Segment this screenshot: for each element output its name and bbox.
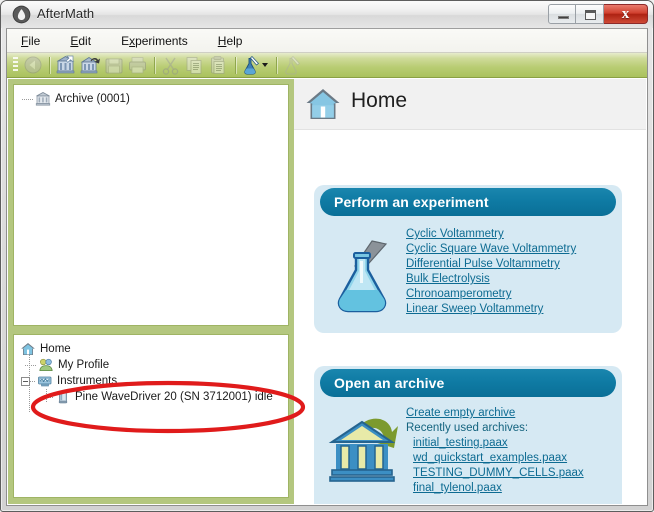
link-recent-archive-2[interactable]: wd_quickstart_examples.paax [413,451,584,466]
flask-icon [334,237,396,320]
toolbar-separator-4 [276,56,277,74]
link-cyclic-square-wave-voltammetry[interactable]: Cyclic Square Wave Voltammetry [406,242,576,257]
menu-bar: File Edit Experiments Help [7,29,647,53]
tree-node-label: Instruments [57,375,118,387]
page-title: Home [351,89,408,112]
link-bulk-electrolysis[interactable]: Bulk Electrolysis [406,272,576,287]
new-experiment-icon[interactable] [241,55,271,76]
open-archive-card-title: Open an archive [320,369,616,397]
close-icon: x [621,6,630,22]
link-recent-archive-1[interactable]: initial_testing.paax [413,436,584,451]
run-experiment-icon[interactable] [282,55,304,76]
home-house-icon [305,86,341,122]
close-button[interactable]: x [604,4,648,24]
toolbar-grip[interactable] [13,57,18,73]
link-cyclic-voltammetry[interactable]: Cyclic Voltammetry [406,227,576,242]
tree-connector [25,364,37,366]
paste-icon[interactable] [208,55,230,76]
minimize-icon [558,16,569,19]
experiment-links: Cyclic Voltammetry Cyclic Square Wave Vo… [406,227,576,317]
tree-expander-instruments[interactable] [21,376,30,386]
menu-file[interactable]: File [21,34,40,48]
toolbar [7,53,647,78]
tree-connector [30,380,36,382]
link-recent-archive-3[interactable]: TESTING_DUMMY_CELLS.paax [413,466,584,481]
recently-used-heading: Recently used archives: [406,422,529,434]
save-icon[interactable] [103,55,125,76]
cut-icon[interactable] [160,55,182,76]
bank-archive-icon [328,412,400,491]
copy-icon[interactable] [184,55,206,76]
open-archive-card: Open an archive Create empty archive Rec… [314,366,622,504]
aftermath-logo-icon [12,5,31,24]
toolbar-separator-3 [235,56,236,74]
tree-node-instruments[interactable]: Instruments [21,373,286,389]
profile-icon [38,357,54,373]
new-archive-icon[interactable] [55,55,77,76]
link-differential-pulse-voltammetry[interactable]: Differential Pulse Voltammetry [406,257,576,272]
tree-node-label: Pine WaveDriver 20 (SN 3712001) idle [75,391,273,403]
open-archive-card-body: Create empty archive Recently used archi… [314,400,622,504]
left-panel-container: Archive (0001) Home My Profile Instrumen… [8,79,294,504]
menu-experiments[interactable]: Experiments [121,34,188,48]
minimize-button[interactable] [548,4,576,24]
title-bar[interactable]: AfterMath x [1,1,653,28]
window-controls: x [548,4,648,24]
home-tree-panel[interactable]: Home My Profile Instruments Pine WaveDri… [13,334,289,498]
client-area: File Edit Experiments Help Archive (0001… [6,28,648,506]
window-title: AfterMath [37,6,95,21]
link-recent-archive-4[interactable]: final_tylenol.paax [413,481,584,496]
tree-node-label: Archive (0001) [55,93,130,105]
archive-bank-icon [35,91,51,107]
open-archive-icon[interactable] [79,55,101,76]
tree-node-archive[interactable]: Archive (0001) [22,91,288,107]
tree-node-my-profile[interactable]: My Profile [25,357,286,373]
tree-node-label: Home [40,343,71,355]
link-chronoamperometry[interactable]: Chronoamperometry [406,287,576,302]
tree-connector [42,396,54,398]
menu-edit[interactable]: Edit [70,34,91,48]
maximize-button[interactable] [576,4,604,24]
tree-node-pine-wavedriver[interactable]: Pine WaveDriver 20 (SN 3712001) idle [42,389,286,405]
menu-help[interactable]: Help [218,34,243,48]
toolbar-separator-1 [49,56,50,74]
perform-experiment-card-title: Perform an experiment [320,188,616,216]
aftermath-application-window: AfterMath x File Edit Experiments Help A… [0,0,654,512]
link-create-empty-archive[interactable]: Create empty archive [406,406,584,421]
archive-tree-panel[interactable]: Archive (0001) [13,84,289,326]
tree-connector [22,98,34,100]
content-panel: Home Perform an experiment Cyclic Voltam… [294,79,646,504]
link-linear-sweep-voltammetry[interactable]: Linear Sweep Voltammetry [406,302,576,317]
toolbar-separator-2 [154,56,155,74]
maximize-icon [585,10,596,20]
home-icon [20,341,36,357]
instruments-icon [37,373,53,389]
archive-links: Create empty archive Recently used archi… [406,406,584,496]
perform-experiment-card-body: Cyclic Voltammetry Cyclic Square Wave Vo… [314,219,622,333]
perform-experiment-card: Perform an experiment Cyclic Voltammetry… [314,185,622,333]
back-icon[interactable] [22,55,44,76]
tree-node-home[interactable]: Home [20,341,286,357]
instrument-device-icon [55,389,71,405]
print-icon[interactable] [127,55,149,76]
page-header: Home [294,79,646,130]
tree-node-label: My Profile [58,359,110,371]
